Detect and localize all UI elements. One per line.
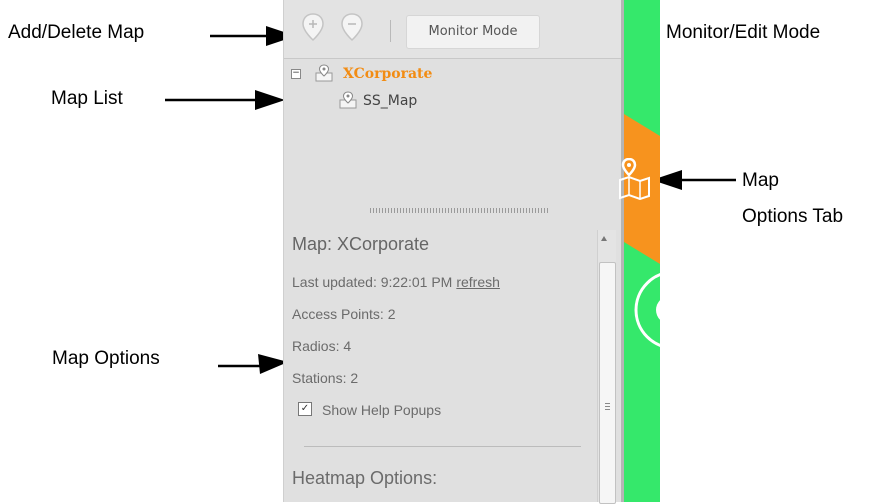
map-list-item-xcorporate[interactable]: XCorporate: [343, 66, 432, 82]
zoom-control-edge[interactable]: [634, 260, 664, 360]
scroll-grip-icon: [605, 403, 610, 411]
map-options-title: Map: XCorporate: [292, 234, 430, 254]
delete-map-pin-icon[interactable]: [340, 12, 364, 42]
monitor-mode-button[interactable]: Monitor Mode: [406, 15, 540, 49]
map-sidebar-panel: Monitor Mode − XCorporate SS_Map Map: XC…: [283, 0, 622, 504]
show-help-popups-checkbox[interactable]: ✓: [298, 402, 312, 416]
heatmap-options-title: Heatmap Options:: [292, 468, 438, 488]
add-map-pin-icon[interactable]: [301, 12, 325, 42]
map-list: − XCorporate SS_Map: [284, 58, 622, 208]
options-divider: [304, 446, 581, 447]
scroll-up-arrow-icon[interactable]: [601, 236, 607, 241]
callout-map-options-tab-line2: Options Tab: [742, 206, 844, 227]
collapse-toggle-icon[interactable]: −: [291, 69, 301, 79]
callout-map-options: Map Options: [52, 348, 160, 369]
map-list-item-ss-map[interactable]: SS_Map: [363, 93, 417, 109]
arrow-map-list: [165, 90, 285, 110]
map-options-icon[interactable]: [618, 158, 652, 200]
last-updated-row: Last updated: 9:22:01 PM refresh: [292, 274, 500, 290]
arrow-map-options: [218, 354, 288, 374]
map-toolbar: Monitor Mode: [284, 0, 622, 59]
options-scrollbar[interactable]: [597, 230, 616, 504]
refresh-link[interactable]: refresh: [456, 274, 500, 290]
stations-count: Stations: 2: [292, 370, 359, 386]
callout-add-delete-map: Add/Delete Map: [8, 22, 145, 43]
splitter-handle[interactable]: [370, 208, 548, 213]
radios-count: Radios: 4: [292, 338, 352, 354]
show-help-popups-label: Show Help Popups: [322, 402, 442, 418]
arrow-map-options-tab: [652, 170, 736, 190]
map-pin-icon: [315, 64, 333, 82]
callout-map-list: Map List: [51, 88, 123, 109]
access-points-count: Access Points: 2: [292, 306, 396, 322]
callout-monitor-edit-mode: Monitor/Edit Mode: [666, 22, 821, 43]
scroll-thumb[interactable]: [599, 262, 616, 504]
map-pin-icon: [339, 91, 357, 109]
toolbar-separator: [390, 20, 391, 42]
map-options: Map: XCorporate Last updated: 9:22:01 PM…: [284, 222, 600, 502]
last-updated-text: Last updated: 9:22:01 PM: [292, 274, 453, 290]
callout-map-options-tab-line1: Map: [742, 170, 779, 191]
